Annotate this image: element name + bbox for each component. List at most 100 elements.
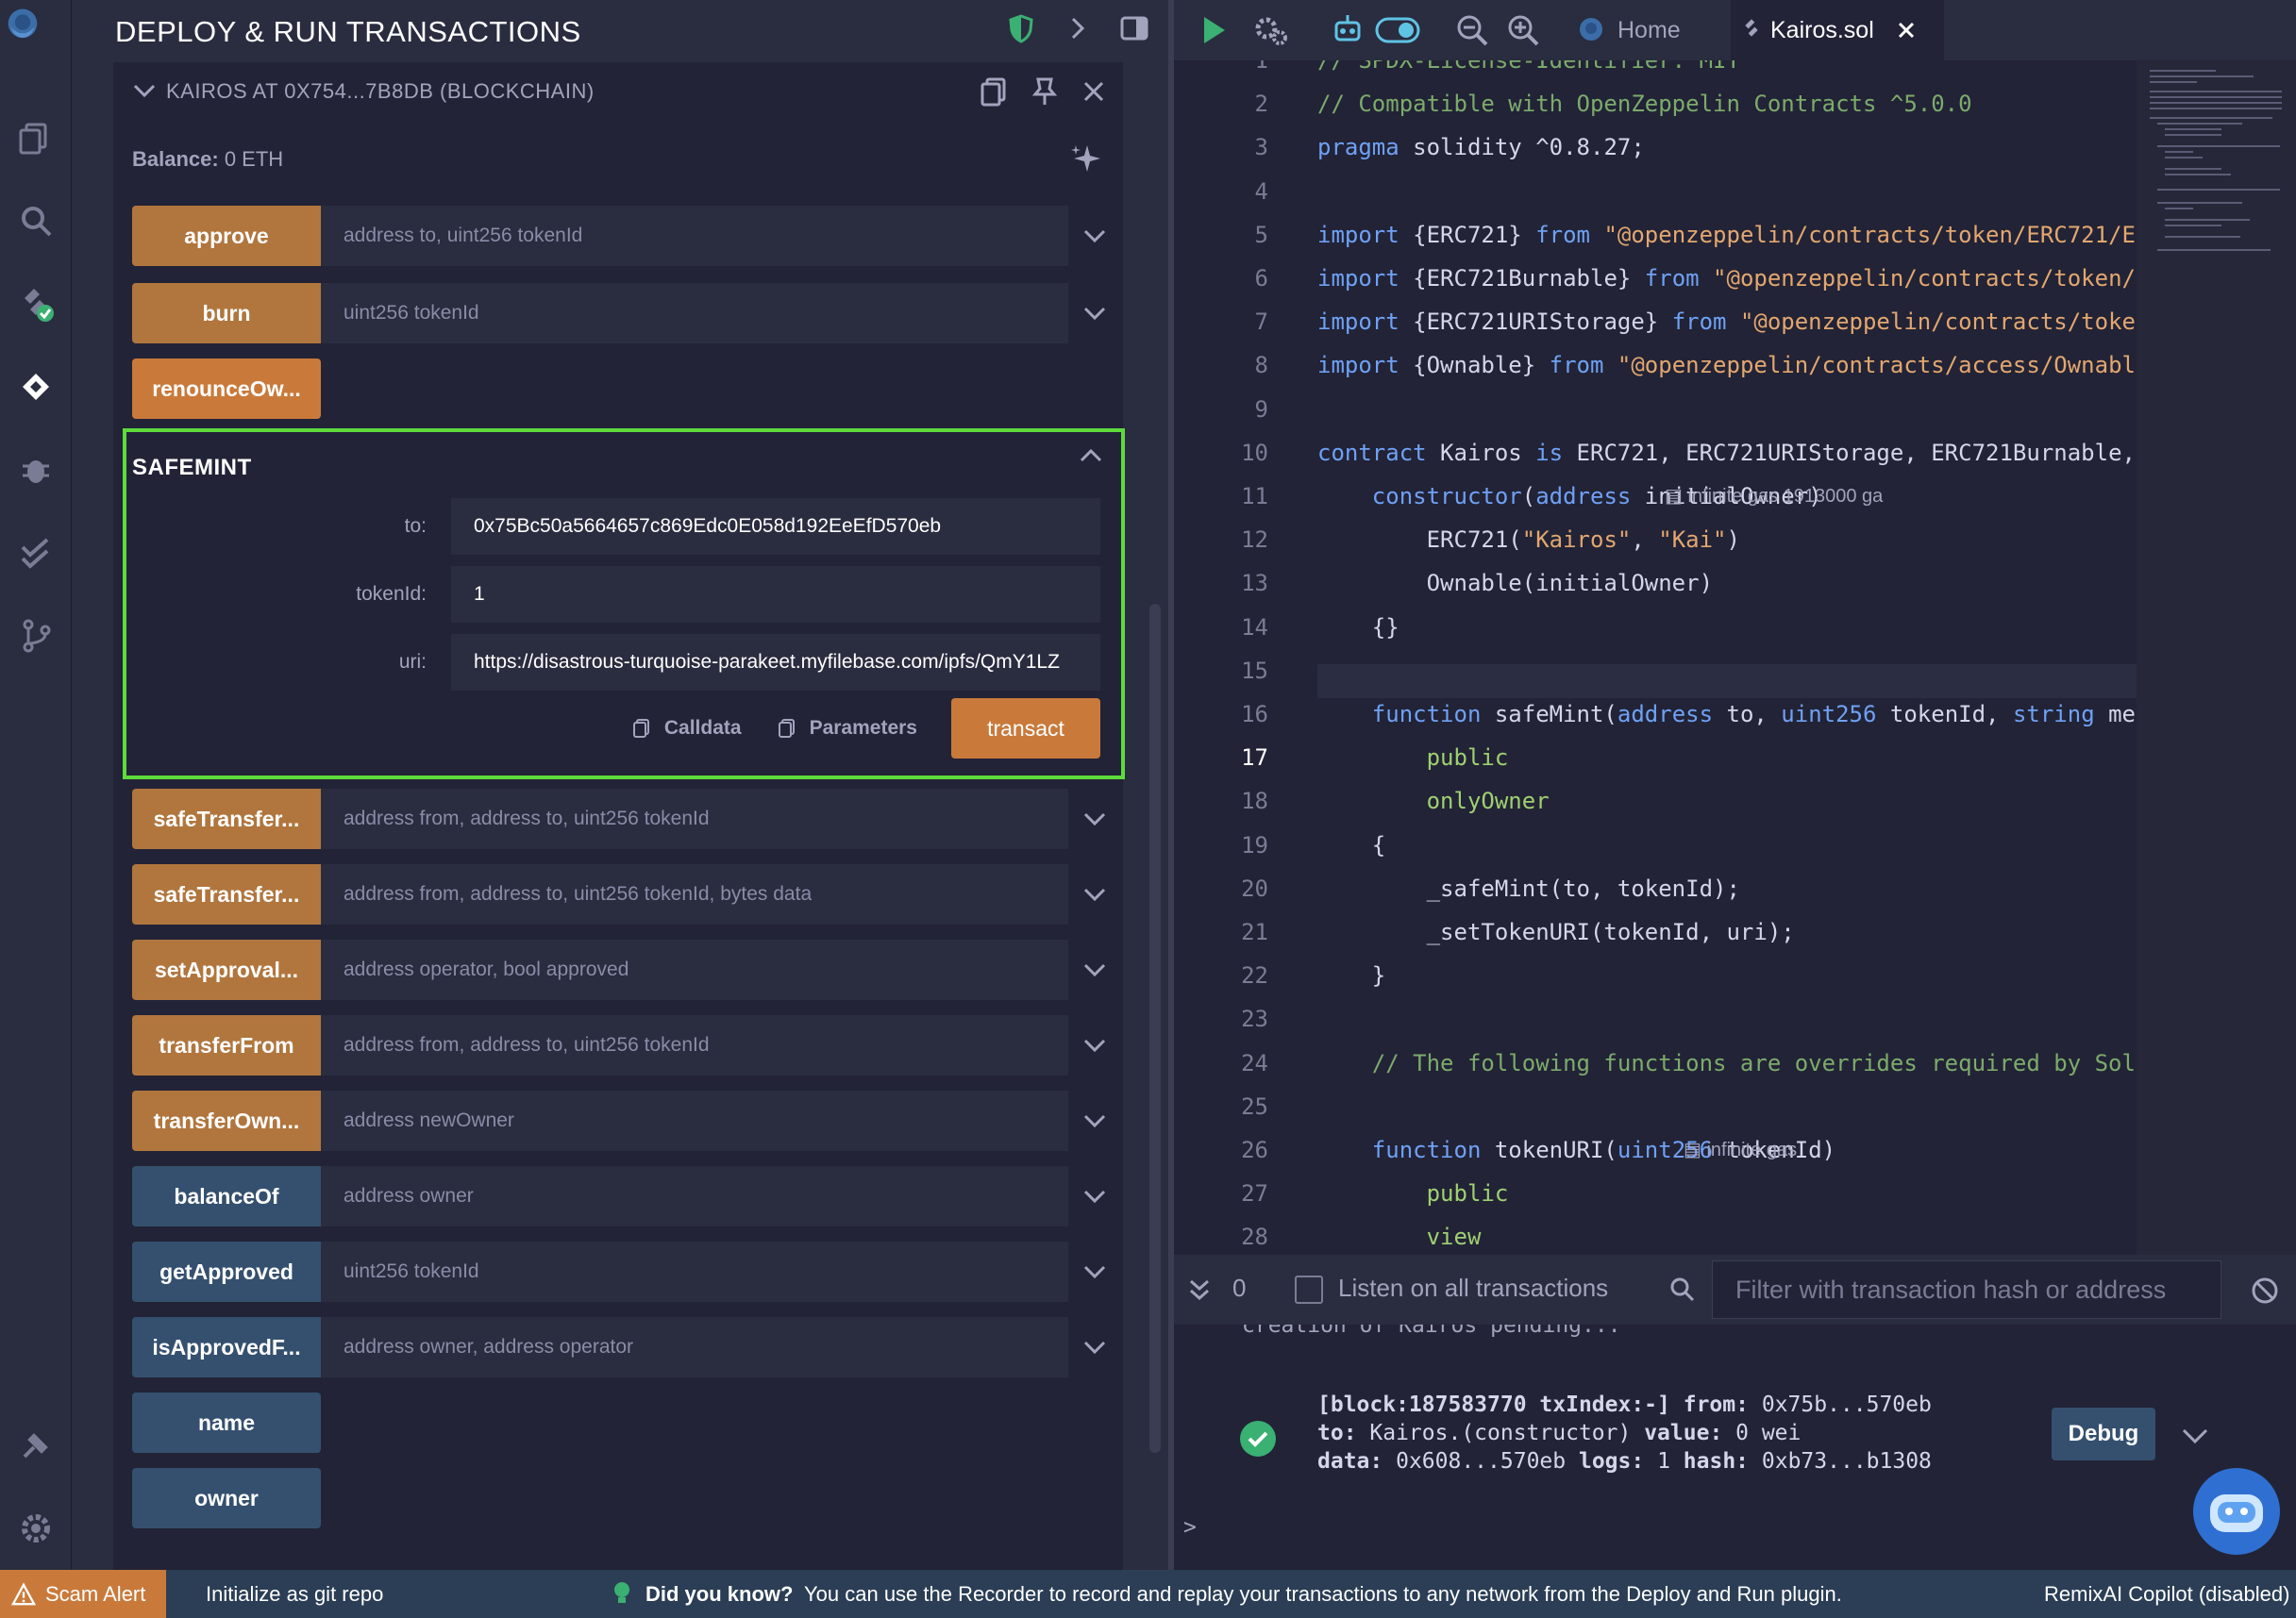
transact-button[interactable]: transact — [951, 698, 1100, 759]
uri-input[interactable]: https://disastrous-turquoise-parakeet.my… — [451, 634, 1100, 691]
chevron-down-icon[interactable] — [130, 77, 159, 106]
panel-scrollbar[interactable] — [1149, 604, 1161, 1453]
code-text: public — [1426, 1180, 1509, 1208]
code-text: import {ERC721} from "@openzeppelin/cont… — [1317, 221, 2150, 248]
function-button[interactable]: isApprovedF... — [132, 1317, 321, 1377]
function-button[interactable]: safeTransfer... — [132, 789, 321, 849]
debug-button[interactable]: Debug — [2052, 1408, 2155, 1460]
line-number: 11 — [1241, 483, 1268, 509]
chevron-down-icon[interactable] — [1076, 800, 1114, 838]
plugin-manager-icon[interactable] — [9, 1419, 62, 1472]
line-number: 2 — [1254, 91, 1268, 118]
solidity-compiler-icon[interactable] — [9, 277, 62, 330]
function-button[interactable]: transferFrom — [132, 1015, 321, 1076]
function-params-input[interactable]: address owner, address operator — [321, 1317, 1068, 1377]
function-params-input[interactable]: address newOwner — [321, 1091, 1068, 1151]
function-params-input[interactable]: address from, address to, uint256 tokenI… — [321, 789, 1068, 849]
chevron-down-icon[interactable] — [1076, 1328, 1114, 1366]
run-play-icon[interactable] — [1195, 11, 1232, 49]
terminal-prompt[interactable]: > — [1183, 1515, 1197, 1540]
copy-icon[interactable] — [978, 75, 1010, 108]
sparkle-icon[interactable] — [1068, 142, 1104, 177]
chevron-down-icon[interactable] — [1076, 1102, 1114, 1140]
close-icon[interactable] — [1895, 19, 1918, 42]
burn-params-input[interactable]: uint256 tokenId — [321, 283, 1068, 343]
search-icon[interactable] — [9, 194, 62, 247]
scam-alert-button[interactable]: Scam Alert — [0, 1570, 166, 1618]
function-button[interactable]: getApproved — [132, 1242, 321, 1302]
code-line: 7 import {ERC721URIStorage} from "@openze… — [1174, 305, 2150, 339]
code-text: pragma solidity ^0.8.27; — [1317, 134, 1645, 161]
tokenid-input[interactable]: 1 — [451, 566, 1100, 623]
remixai-copilot-status[interactable]: RemixAI Copilot (disabled) — [2044, 1582, 2289, 1607]
chevron-down-icon[interactable] — [1076, 951, 1114, 989]
git-icon[interactable] — [9, 609, 62, 662]
code-line: 8 import {Ownable} from "@openzeppelin/co… — [1174, 348, 2150, 382]
testing-icon[interactable] — [9, 526, 62, 579]
chevron-down-icon[interactable] — [1076, 1026, 1114, 1064]
function-button[interactable]: balanceOf — [132, 1166, 321, 1226]
parameters-button[interactable]: Parameters — [776, 717, 917, 740]
function-button[interactable]: transferOwn... — [132, 1091, 321, 1151]
line-number: 10 — [1241, 439, 1268, 466]
settings-gear-icon[interactable] — [9, 1502, 62, 1555]
tab-kairos-sol[interactable]: Kairos.sol — [1731, 0, 1944, 60]
code-line: 14 {} — [1174, 610, 2137, 644]
function-params-input[interactable]: address from, address to, uint256 tokenI… — [321, 864, 1068, 925]
function-params-input[interactable]: address from, address to, uint256 tokenI… — [321, 1015, 1068, 1076]
file-explorer-icon[interactable] — [9, 111, 62, 164]
tx-log-line-2: to: Kairos.(constructor) value: 0 wei — [1317, 1421, 1802, 1445]
instance-title: KAIROS AT 0X754...7B8DB (BLOCKCHAIN) — [166, 79, 595, 103]
zoom-out-icon[interactable] — [1453, 11, 1491, 49]
calldata-button[interactable]: Calldata — [630, 717, 742, 740]
clear-console-icon[interactable] — [2250, 1276, 2280, 1306]
zoom-in-icon[interactable] — [1504, 11, 1542, 49]
to-address-input[interactable]: 0x75Bc50a5664657c869Edc0E058d192EeEfD570… — [451, 498, 1100, 555]
debugger-icon[interactable] — [9, 443, 62, 496]
function-button[interactable]: safeTransfer... — [132, 864, 321, 925]
line-number: 1 — [1254, 60, 1268, 74]
close-icon[interactable] — [1078, 75, 1110, 108]
line-number: 27 — [1241, 1180, 1268, 1208]
code-editor[interactable]: 1 // SPDX-License-Identifier: MIT 2 // Comp… — [1174, 60, 2296, 1255]
code-line: 21 _setTokenURI(tokenId, uri); — [1174, 915, 2137, 949]
code-text: function safeMint(address to, uint256 to… — [1371, 701, 2150, 727]
listen-all-checkbox[interactable] — [1295, 1276, 1323, 1304]
burn-button[interactable]: burn — [132, 283, 321, 343]
chevron-right-icon[interactable] — [1063, 13, 1093, 43]
minimap[interactable] — [2137, 60, 2296, 1255]
function-params-input[interactable]: uint256 tokenId — [321, 1242, 1068, 1302]
remixai-assistant-icon[interactable] — [2189, 1464, 2284, 1559]
chevron-up-icon[interactable] — [1074, 438, 1108, 472]
renounce-ownership-button[interactable]: renounceOw... — [132, 359, 321, 419]
chevron-down-icon[interactable] — [2178, 1419, 2212, 1453]
settings-gear-icon[interactable] — [1251, 11, 1289, 49]
code-line: 9 — [1174, 392, 2137, 426]
robot-icon[interactable] — [1329, 11, 1366, 49]
function-button[interactable]: owner — [132, 1468, 321, 1528]
panel-header: DEPLOY & RUN TRANSACTIONS — [115, 13, 1168, 51]
chevron-down-icon[interactable] — [1076, 876, 1114, 913]
transaction-filter-input[interactable]: Filter with transaction hash or address — [1712, 1260, 2221, 1319]
warning-icon — [11, 1581, 36, 1605]
success-check-icon — [1240, 1421, 1276, 1457]
line-number: 9 — [1254, 395, 1268, 423]
toggle-icon[interactable] — [1374, 11, 1421, 49]
status-bar: Scam Alert Initialize as git repo Did yo… — [0, 1570, 2296, 1618]
function-button[interactable]: setApproval... — [132, 940, 321, 1000]
function-params-input[interactable]: address owner — [321, 1166, 1068, 1226]
deploy-run-icon[interactable] — [9, 360, 62, 413]
remix-logo-icon[interactable] — [4, 6, 42, 43]
chevron-down-icon[interactable] — [1076, 294, 1114, 332]
function-row: owner — [132, 1468, 1117, 1528]
collapse-terminal-icon[interactable] — [1185, 1276, 1214, 1304]
panel-toggle-icon[interactable] — [1119, 13, 1149, 43]
function-params-input[interactable]: address operator, bool approved — [321, 940, 1068, 1000]
line-number: 16 — [1241, 701, 1268, 727]
chevron-down-icon[interactable] — [1076, 1177, 1114, 1215]
chevron-down-icon[interactable] — [1076, 1253, 1114, 1291]
shield-icon[interactable] — [1006, 13, 1036, 43]
function-button[interactable]: name — [132, 1393, 321, 1453]
init-git-repo-button[interactable]: Initialize as git repo — [206, 1582, 383, 1607]
pin-icon[interactable] — [1029, 75, 1061, 108]
